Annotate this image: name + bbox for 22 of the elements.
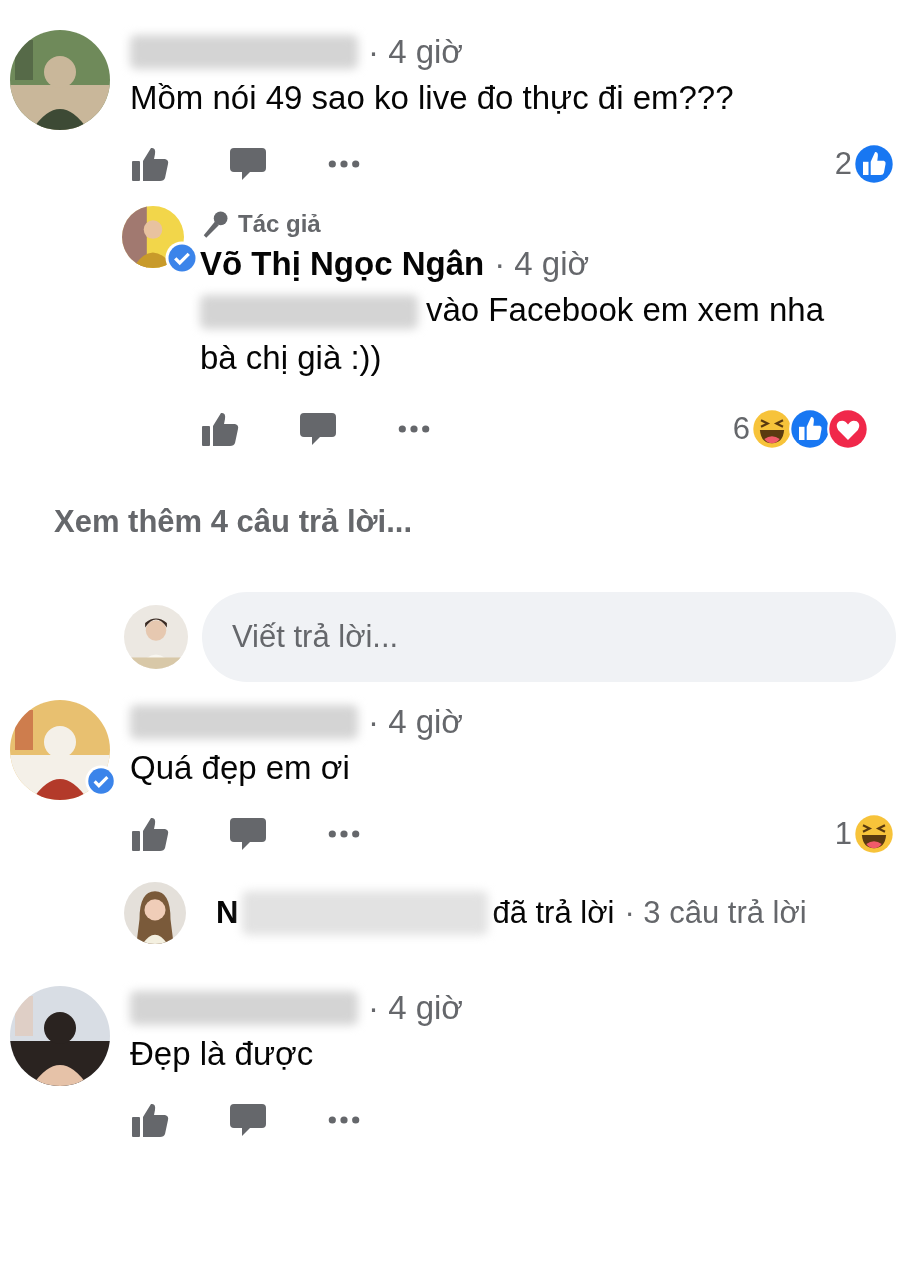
comment-text: Đẹp là được <box>130 1034 315 1074</box>
reply-text: vào Facebook em xem nha bà chị già :)) <box>200 291 825 376</box>
reaction-count: 1 <box>834 816 852 852</box>
more-icon[interactable] <box>396 423 432 435</box>
reply-count[interactable]: · 3 câu trả lời <box>624 895 807 931</box>
comment-time: · 4 giờ <box>368 703 463 741</box>
comment-text: Mồm nói 49 sao ko live đo thực đi em??? <box>130 78 735 118</box>
replied-text: đã trả lời <box>492 895 615 931</box>
reply-input-field[interactable]: Viết trả lời... <box>202 592 896 682</box>
comment-text: Quá đẹp em ơi <box>130 748 351 788</box>
author-name[interactable]: Võ Thị Ngọc Ngân <box>200 245 485 283</box>
replier-name[interactable]: N <box>216 895 239 931</box>
comment-time: · 4 giờ <box>494 245 590 283</box>
more-icon[interactable] <box>326 158 362 170</box>
reaction-count: 2 <box>834 146 852 182</box>
comment-time: · 4 giờ <box>368 989 463 1027</box>
comment-time: · 4 giờ <box>368 33 463 71</box>
more-icon[interactable] <box>326 828 362 840</box>
reaction-count: 6 <box>732 411 750 447</box>
more-icon[interactable] <box>326 1114 362 1126</box>
more-replies-link[interactable]: Xem thêm 4 câu trả lời... <box>54 504 896 540</box>
author-label: Tác giả <box>238 210 321 238</box>
